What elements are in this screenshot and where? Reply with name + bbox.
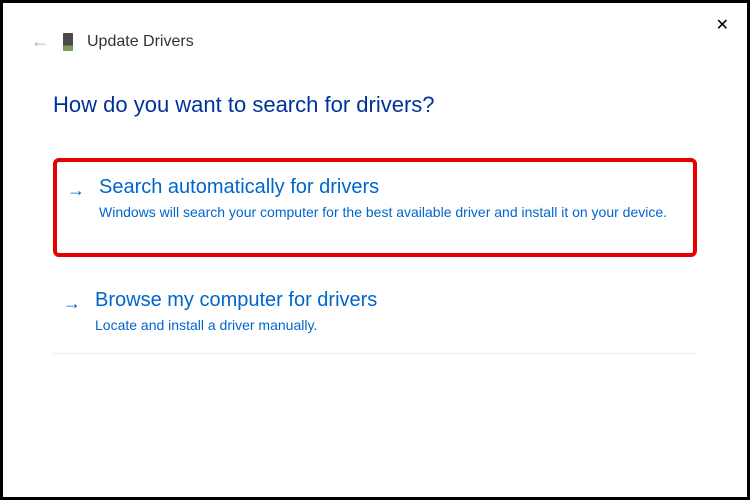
option-content: Search automatically for drivers Windows… xyxy=(99,176,673,223)
option-search-automatically[interactable]: → Search automatically for drivers Windo… xyxy=(53,158,697,257)
back-arrow-icon[interactable]: ← xyxy=(31,31,49,52)
option-description: Locate and install a driver manually. xyxy=(95,316,677,336)
content-area: How do you want to search for drivers? →… xyxy=(3,52,747,354)
close-icon[interactable]: ✕ xyxy=(716,15,729,35)
page-heading: How do you want to search for drivers? xyxy=(53,92,697,118)
option-title: Browse my computer for drivers xyxy=(95,289,677,312)
arrow-right-icon: → xyxy=(67,180,85,201)
option-browse-computer[interactable]: → Browse my computer for drivers Locate … xyxy=(53,275,697,355)
window-header: ← Update Drivers xyxy=(3,3,747,52)
arrow-right-icon: → xyxy=(63,293,81,314)
option-content: Browse my computer for drivers Locate an… xyxy=(95,289,677,336)
option-description: Windows will search your computer for th… xyxy=(99,203,673,223)
window-title: Update Drivers xyxy=(87,33,194,51)
option-title: Search automatically for drivers xyxy=(99,176,673,199)
device-icon xyxy=(63,33,73,51)
